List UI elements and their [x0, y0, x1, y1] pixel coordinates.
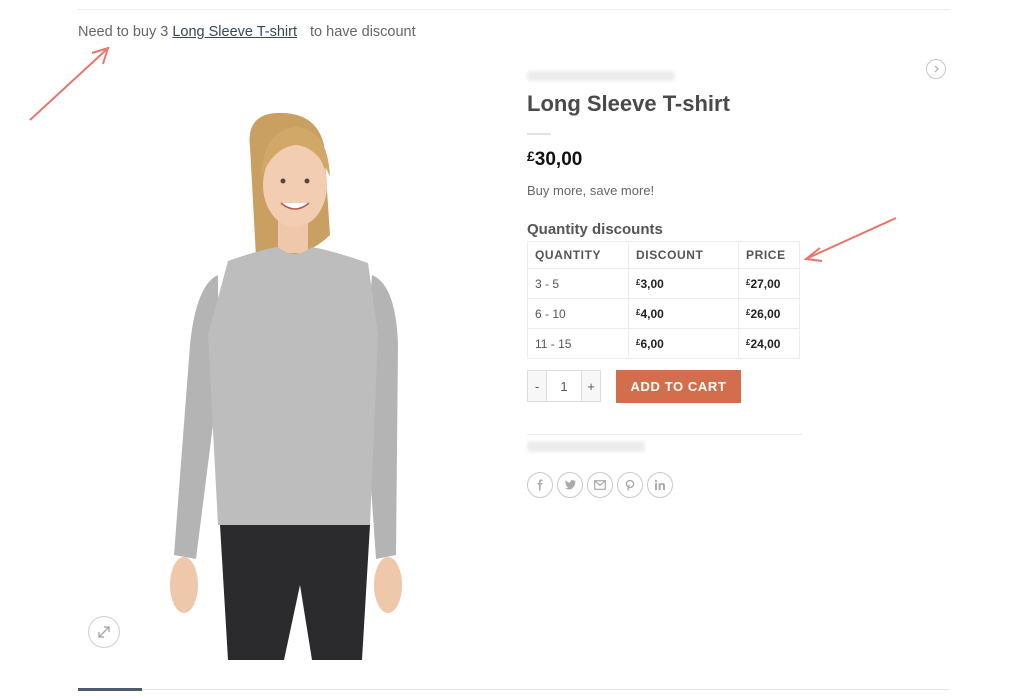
product-price: £30,00	[527, 148, 582, 171]
annotation-arrow-icon	[803, 217, 897, 262]
table-row: 6 - 10 £4,00 £26,00	[527, 298, 800, 329]
top-divider	[78, 9, 950, 10]
tabs-divider	[78, 689, 950, 690]
active-tab-indicator	[78, 688, 142, 691]
zoom-button[interactable]	[88, 616, 120, 648]
row-quantity: 3 - 5	[527, 268, 629, 299]
header-price: PRICE	[738, 241, 800, 269]
meta-divider	[527, 434, 802, 435]
quantity-discount-table: QUANTITY DISCOUNT PRICE 3 - 5 £3,00 £27,…	[527, 241, 800, 359]
pinterest-icon[interactable]	[617, 472, 643, 498]
notice-product-link[interactable]: Long Sleeve T-shirt	[172, 24, 297, 40]
twitter-icon[interactable]	[557, 472, 583, 498]
header-discount: DISCOUNT	[628, 241, 739, 269]
quantity-minus-button[interactable]: -	[528, 371, 546, 401]
notice-prefix: Need to buy 3	[78, 24, 169, 40]
row-discount: £4,00	[628, 298, 739, 329]
row-price: £27,00	[738, 268, 800, 299]
product-meta	[527, 441, 645, 452]
row-quantity: 6 - 10	[527, 298, 629, 329]
table-header-row: QUANTITY DISCOUNT PRICE	[527, 241, 800, 269]
quantity-plus-button[interactable]: +	[582, 371, 600, 401]
price-amount: 30,00	[534, 149, 583, 170]
table-row: 3 - 5 £3,00 £27,00	[527, 268, 800, 299]
short-description: Buy more, save more!	[527, 183, 655, 198]
product-image	[170, 112, 402, 660]
product-title: Long Sleeve T-shirt	[527, 91, 730, 116]
email-icon[interactable]	[587, 472, 613, 498]
quantity-stepper: - +	[527, 370, 601, 402]
table-row: 11 - 15 £6,00 £24,00	[527, 328, 800, 359]
expand-icon	[98, 626, 110, 638]
price-currency: £	[527, 148, 535, 164]
facebook-icon[interactable]	[527, 472, 553, 498]
header-quantity: QUANTITY	[527, 241, 629, 269]
add-to-cart-button[interactable]: ADD TO CART	[616, 370, 741, 403]
linkedin-icon[interactable]	[647, 472, 673, 498]
share-icons	[527, 472, 673, 498]
row-price: £26,00	[738, 298, 800, 329]
quantity-input[interactable]	[546, 371, 582, 401]
quantity-discounts-title: Quantity discounts	[527, 221, 663, 238]
breadcrumb	[527, 71, 675, 81]
notice-suffix: to have discount	[310, 24, 416, 40]
row-discount: £6,00	[628, 328, 739, 359]
row-price: £24,00	[738, 328, 800, 359]
chevron-right-icon	[934, 65, 939, 73]
next-product-button[interactable]	[926, 59, 946, 79]
title-divider	[527, 133, 551, 135]
row-discount: £3,00	[628, 268, 739, 299]
discount-notice: Need to buy 3 Long Sleeve T-shirt to hav…	[78, 24, 416, 40]
row-quantity: 11 - 15	[527, 328, 629, 359]
